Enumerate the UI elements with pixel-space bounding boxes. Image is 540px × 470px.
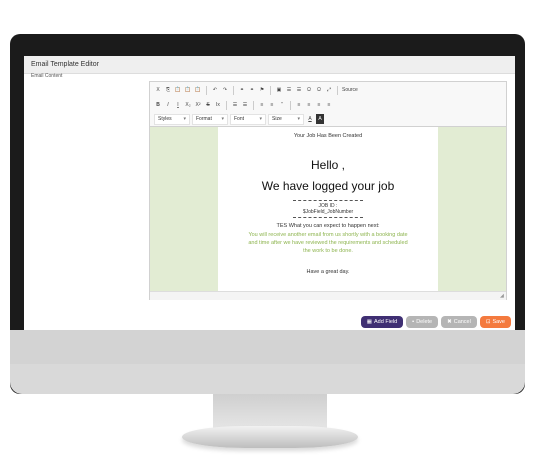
email-closing: Have a great day.	[306, 269, 350, 275]
table-icon[interactable]: ☰	[285, 85, 293, 95]
image-icon[interactable]: ▣	[275, 85, 283, 95]
redo-icon[interactable]: ↷	[221, 85, 229, 95]
numbered-list-icon[interactable]: ☰	[231, 100, 239, 110]
chevron-down-icon: ▾	[183, 115, 186, 122]
toolbar-separator	[290, 100, 291, 110]
toolbar-separator	[337, 85, 338, 95]
format-label: Format	[196, 115, 212, 122]
email-card: Your Job Has Been Created Hello , We hav…	[218, 127, 438, 291]
editor-status-bar: ◢	[150, 291, 506, 300]
toolbar-separator	[253, 100, 254, 110]
rich-text-editor: X ⎘ 📋 📋 📋 ↶ ↷ ⚭ ⚭ ⚑ ▣ ☰ ☰ Ω Ω ⤢ Source B…	[149, 81, 507, 300]
format-dropdown[interactable]: Format ▾	[192, 113, 228, 125]
italic-icon[interactable]: I	[164, 100, 172, 110]
email-green-paragraph: You will receive another email from us s…	[248, 232, 408, 254]
toolbar-row-2: B I I X₂ X² S Ix ☰ ☰ ≡ ≡ ” ≡ ≡ ≡ ≡	[154, 99, 333, 111]
toolbar-separator	[226, 100, 227, 110]
email-headline: We have logged your job	[261, 179, 395, 193]
save-label: Save	[492, 319, 505, 325]
email-top-line: Your Job Has Been Created	[293, 133, 363, 139]
trash-icon: ▪	[412, 319, 415, 325]
blockquote-icon[interactable]: ”	[278, 100, 286, 110]
add-field-label: Add Field	[374, 319, 398, 325]
styles-label: Styles	[158, 115, 172, 122]
editor-toolbar: X ⎘ 📋 📋 📋 ↶ ↷ ⚭ ⚭ ⚑ ▣ ☰ ☰ Ω Ω ⤢ Source B…	[150, 82, 506, 127]
email-greeting: Hello ,	[310, 158, 345, 172]
styles-dropdown[interactable]: Styles ▾	[154, 113, 190, 125]
toolbar-row-1: X ⎘ 📋 📋 📋 ↶ ↷ ⚭ ⚭ ⚑ ▣ ☰ ☰ Ω Ω ⤢ Source	[154, 84, 358, 96]
job-id-field: JOB ID : $JobField_JobNumber	[293, 200, 363, 218]
monitor-stand-base	[182, 426, 358, 448]
copy-icon[interactable]: ⎘	[164, 85, 172, 95]
font-label: Font	[234, 115, 245, 122]
anchor-icon[interactable]: ⚑	[258, 85, 266, 95]
monitor-chin	[10, 330, 525, 394]
editor-content-area[interactable]: Your Job Has Been Created Hello , We hav…	[150, 127, 506, 291]
maximize-icon[interactable]: ⤢	[325, 85, 333, 95]
chevron-down-icon: ▾	[297, 115, 300, 122]
background-color-icon[interactable]: A	[316, 114, 324, 124]
paste-icon[interactable]: 📋	[174, 85, 182, 95]
strikethrough-icon[interactable]: S	[204, 100, 212, 110]
align-right-icon[interactable]: ≡	[315, 100, 323, 110]
text-color-icon[interactable]: A	[306, 114, 314, 124]
plus-icon: ▦	[366, 319, 372, 325]
symbol-icon[interactable]: Ω	[315, 85, 323, 95]
toolbar-row-3: Styles ▾ Format ▾ Font ▾ Size ▾ A A	[154, 113, 324, 125]
close-icon: ✖	[447, 319, 452, 325]
source-button[interactable]: Source	[342, 85, 358, 95]
toolbar-separator	[270, 85, 271, 95]
superscript-icon[interactable]: X²	[194, 100, 202, 110]
email-expect-heading: TES What you can expect to happen next:	[276, 223, 380, 229]
unlink-icon[interactable]: ⚭	[248, 85, 256, 95]
bulleted-list-icon[interactable]: ☰	[241, 100, 249, 110]
size-label: Size	[272, 115, 282, 122]
window-title: Email Template Editor	[24, 56, 515, 74]
undo-icon[interactable]: ↶	[211, 85, 219, 95]
cancel-button[interactable]: ✖ Cancel	[441, 316, 477, 328]
cancel-label: Cancel	[453, 319, 471, 325]
link-icon[interactable]: ⚭	[238, 85, 246, 95]
screen: Email Template Editor Email Content X ⎘ …	[24, 56, 515, 330]
outdent-icon[interactable]: ≡	[258, 100, 266, 110]
indent-icon[interactable]: ≡	[268, 100, 276, 110]
align-justify-icon[interactable]: ≡	[325, 100, 333, 110]
align-center-icon[interactable]: ≡	[305, 100, 313, 110]
underline-icon[interactable]: I	[174, 100, 182, 110]
resize-handle-icon[interactable]: ◢	[500, 294, 505, 299]
size-dropdown[interactable]: Size ▾	[268, 113, 304, 125]
paste-word-icon[interactable]: 📋	[194, 85, 202, 95]
font-dropdown[interactable]: Font ▾	[230, 113, 266, 125]
toolbar-separator	[206, 85, 207, 95]
align-left-icon[interactable]: ≡	[295, 100, 303, 110]
delete-button[interactable]: ▪ Delete	[406, 316, 439, 328]
footer-buttons: ▦ Add Field ▪ Delete ✖ Cancel ⊡ Save	[360, 316, 511, 328]
email-content-label: Email Content	[31, 73, 63, 79]
bold-icon[interactable]: B	[154, 100, 162, 110]
remove-format-icon[interactable]: Ix	[214, 100, 222, 110]
save-icon: ⊡	[485, 319, 491, 325]
delete-label: Delete	[416, 319, 433, 325]
toolbar-separator	[233, 85, 234, 95]
special-char-icon[interactable]: Ω	[305, 85, 313, 95]
add-field-button[interactable]: ▦ Add Field	[360, 316, 404, 328]
horizontal-line-icon[interactable]: ☰	[295, 85, 303, 95]
subscript-icon[interactable]: X₂	[184, 100, 192, 110]
chevron-down-icon: ▾	[221, 115, 224, 122]
cut-icon[interactable]: X	[154, 85, 162, 95]
save-button[interactable]: ⊡ Save	[479, 316, 511, 328]
monitor-stand-neck	[213, 394, 327, 430]
paste-text-icon[interactable]: 📋	[184, 85, 192, 95]
chevron-down-icon: ▾	[259, 115, 262, 122]
